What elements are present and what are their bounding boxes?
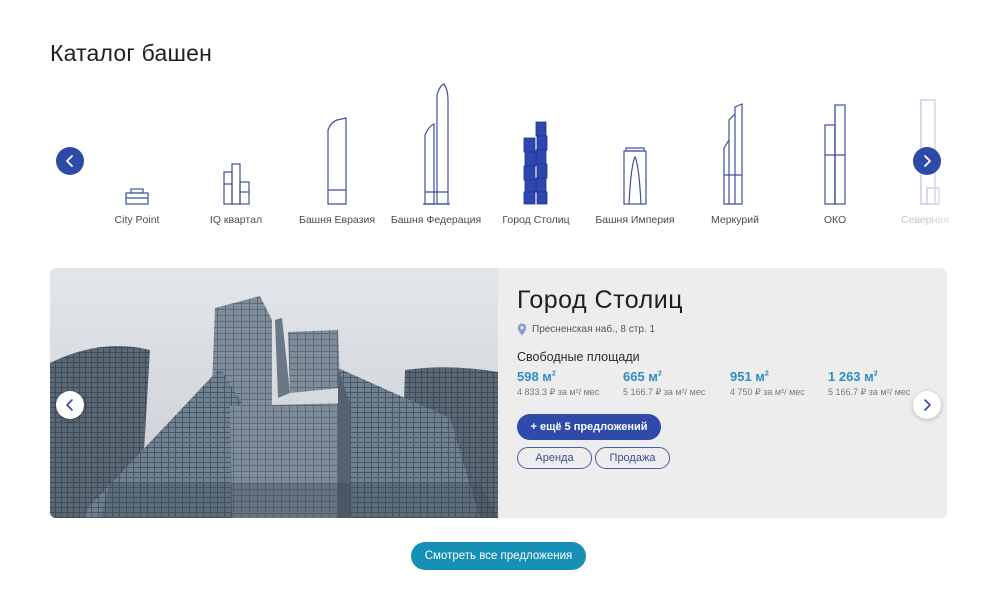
photo-prev-button[interactable]: [56, 391, 84, 419]
offer-area: 598 м2: [517, 369, 556, 384]
address-text: Пресненская наб., 8 стр. 1: [532, 324, 656, 335]
tower-label: Башня Евразия: [298, 214, 376, 226]
offer-area: 1 263 м2: [828, 369, 878, 384]
tower-label: IQ квартал: [209, 214, 263, 226]
tower-label: City Point: [114, 214, 160, 226]
offer-price: 4 750 ₽ за м²/ мес: [730, 387, 805, 397]
address-row: Пресненская наб., 8 стр. 1: [517, 323, 655, 336]
city-of-capitals-tower-icon: [523, 121, 548, 205]
tower-item-mercury[interactable]: Меркурий: [696, 80, 774, 230]
rent-button[interactable]: Аренда: [517, 447, 592, 469]
iq-quarter-tower-icon: [223, 163, 250, 205]
tower-label: Город Столиц: [502, 214, 570, 226]
offer-item[interactable]: 598 м2 4 833.3 ₽ за м²/ мес: [517, 369, 599, 398]
oko-tower-icon: [824, 104, 846, 205]
tower-label: Меркурий: [711, 214, 759, 226]
carousel-next-button[interactable]: [913, 147, 941, 175]
tower-item-city-point[interactable]: City Point: [97, 80, 177, 230]
tower-detail-card: Город Столиц Пресненская наб., 8 стр. 1 …: [50, 268, 947, 518]
eurasia-tower-icon: [327, 117, 347, 205]
tower-item-city-of-capitals[interactable]: Город Столиц: [496, 80, 576, 230]
offer-item[interactable]: 1 263 м2 5 166.7 ₽ за м²/ мес: [828, 369, 910, 398]
tower-item-eurasia[interactable]: Башня Евразия: [296, 80, 378, 230]
carousel-prev-button[interactable]: [56, 147, 84, 175]
offer-area: 665 м2: [623, 369, 662, 384]
mercury-tower-icon: [723, 103, 743, 205]
tower-item-federation[interactable]: Башня Федерация: [390, 80, 482, 230]
sale-button[interactable]: Продажа: [595, 447, 670, 469]
federation-tower-icon: [423, 83, 450, 205]
chevron-left-icon: [66, 155, 73, 167]
imperia-tower-icon: [623, 147, 647, 205]
offer-price: 5 166.7 ₽ за м²/ мес: [828, 387, 911, 397]
tower-info-panel: Город Столиц Пресненская наб., 8 стр. 1 …: [517, 268, 937, 518]
city-point-tower-icon: [125, 188, 149, 205]
tower-photo: [50, 268, 498, 518]
chevron-right-icon: [924, 155, 931, 167]
tower-label: Башня Федерация: [390, 214, 482, 226]
offer-price: 5 166.7 ₽ за м²/ мес: [623, 387, 706, 397]
offers-list: 598 м2 4 833.3 ₽ за м²/ мес 665 м2 5 166…: [517, 369, 937, 401]
tower-item-oko[interactable]: ОКО: [796, 80, 874, 230]
chevron-right-icon: [924, 399, 931, 411]
carousel-fade-left: [0, 80, 100, 230]
page-title: Каталог башен: [50, 40, 212, 66]
free-spaces-title: Свободные площади: [517, 350, 640, 364]
view-all-offers-button[interactable]: Смотреть все предложения: [411, 542, 586, 570]
tower-carousel: City Point IQ квартал Башня Евразия Башн…: [0, 80, 995, 240]
building-photo-image: [50, 268, 498, 518]
offer-area: 951 м2: [730, 369, 769, 384]
tower-name: Город Столиц: [517, 286, 684, 314]
offer-item[interactable]: 951 м2 4 750 ₽ за м²/ мес: [730, 369, 805, 398]
tower-item-iq-quarter[interactable]: IQ квартал: [196, 80, 276, 230]
offer-price: 4 833.3 ₽ за м²/ мес: [517, 387, 600, 397]
location-pin-icon: [517, 323, 527, 336]
more-offers-button[interactable]: + ещё 5 предложений: [517, 414, 661, 440]
card-next-button[interactable]: [913, 391, 941, 419]
tower-label: Башня Империя: [595, 214, 675, 226]
chevron-left-icon: [66, 399, 73, 411]
offer-item[interactable]: 665 м2 5 166.7 ₽ за м²/ мес: [623, 369, 705, 398]
tower-item-imperia[interactable]: Башня Империя: [594, 80, 676, 230]
tower-label: ОКО: [823, 214, 847, 226]
